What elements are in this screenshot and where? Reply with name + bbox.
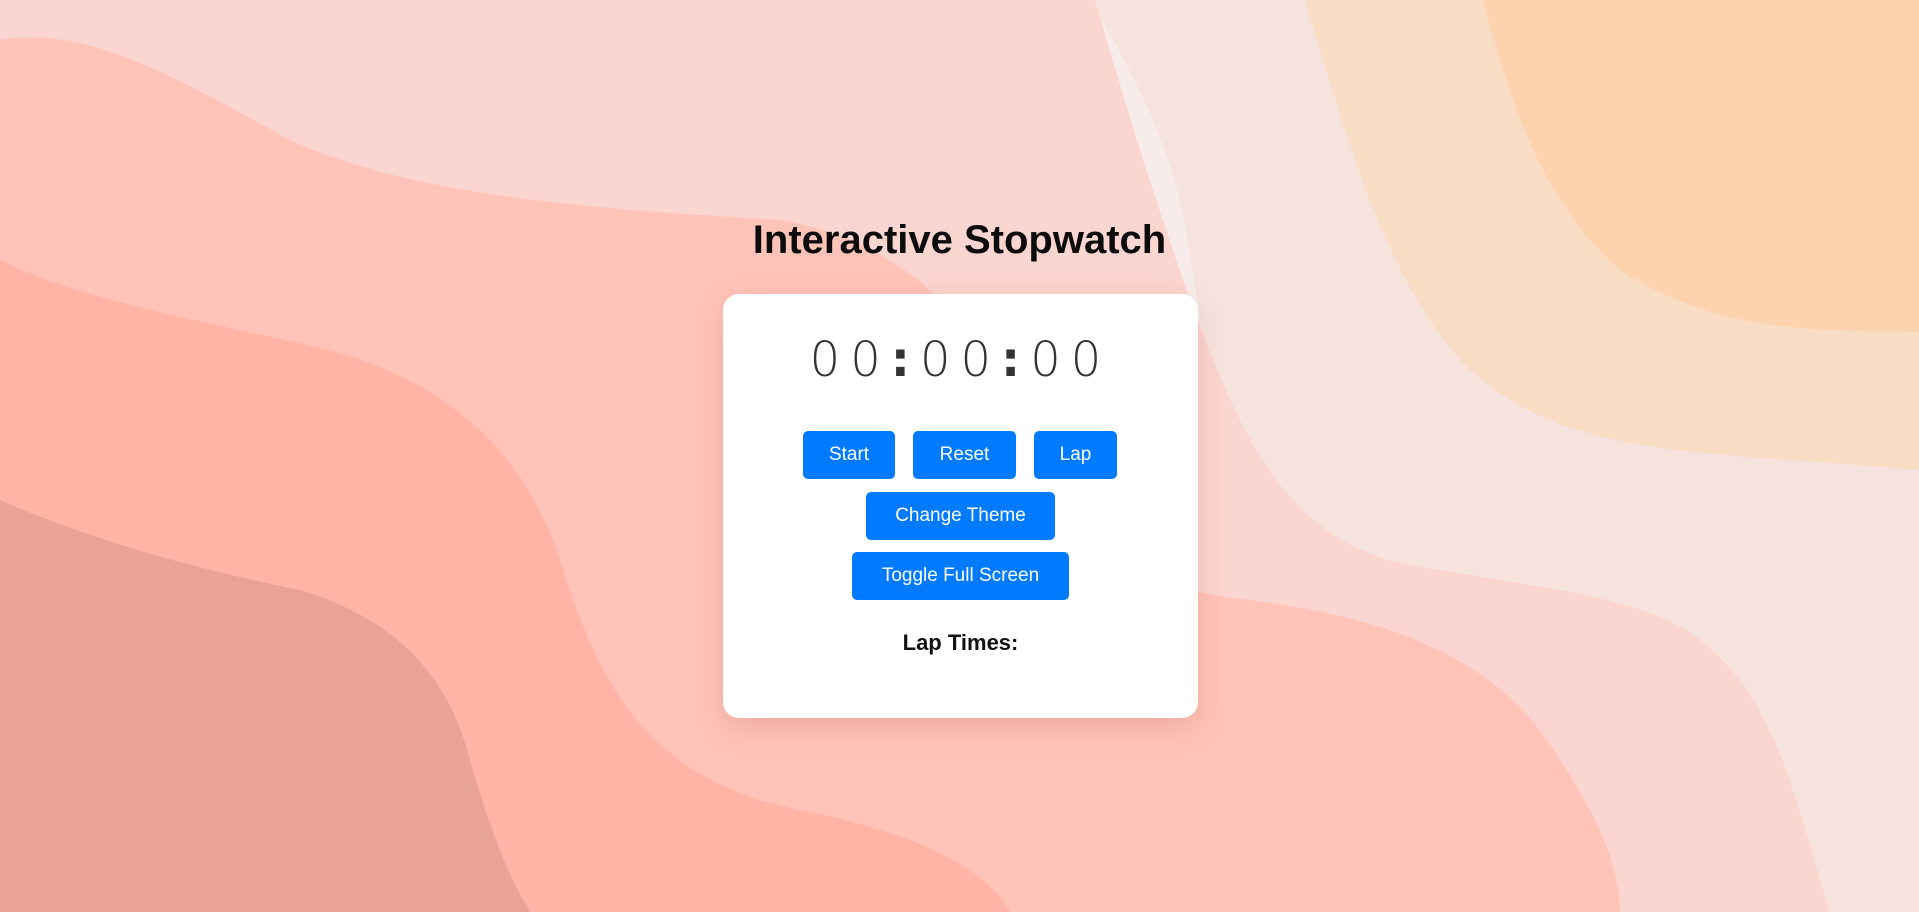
timer-seconds: 00	[1030, 332, 1112, 388]
timer-minutes: 00	[919, 332, 1002, 388]
timer-separator: :	[1001, 332, 1031, 388]
timer-display: 00:00:00	[723, 332, 1198, 388]
lap-button[interactable]: Lap	[1034, 431, 1117, 479]
stopwatch-card: 00:00:00 Start Reset Lap Change Theme To…	[723, 294, 1198, 718]
toggle-fullscreen-button[interactable]: Toggle Full Screen	[852, 552, 1069, 600]
timer-separator: :	[890, 332, 920, 388]
change-theme-button[interactable]: Change Theme	[866, 492, 1055, 540]
start-button[interactable]: Start	[803, 431, 895, 479]
reset-button[interactable]: Reset	[913, 431, 1016, 479]
lap-times-heading: Lap Times:	[902, 630, 1019, 655]
page-title: Interactive Stopwatch	[752, 218, 1167, 262]
timer-hours: 00	[809, 332, 891, 388]
